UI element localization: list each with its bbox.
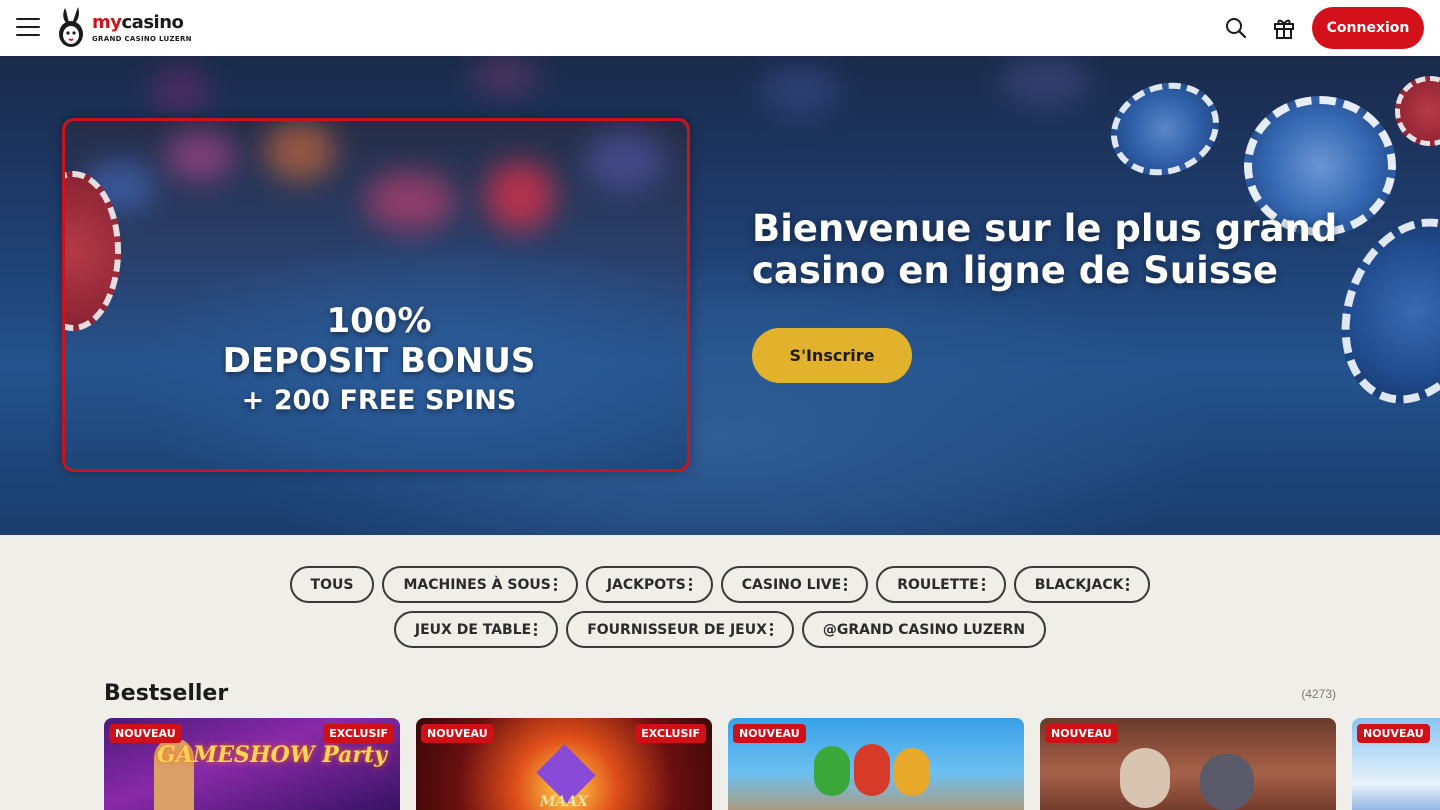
filter-pill-casino-live[interactable]: CASINO LIVE xyxy=(720,566,869,603)
promo-card[interactable]: 100% DEPOSIT BONUS + 200 FREE SPINS xyxy=(62,118,690,472)
game-carousel: GAMESHOW Party NOUVEAU EXCLUSIF MAAX NOU… xyxy=(104,718,1440,810)
filter-pill-tous[interactable]: TOUS xyxy=(289,566,375,603)
new-badge: NOUVEAU xyxy=(109,724,182,743)
logo-name: mycasino xyxy=(92,11,184,33)
bokeh-light xyxy=(150,66,210,116)
login-button[interactable]: Connexion xyxy=(1312,7,1424,49)
hero-banner: 100% DEPOSIT BONUS + 200 FREE SPINS Bien… xyxy=(0,56,1440,535)
filter-label: ROULETTE xyxy=(897,576,979,593)
filter-pill-machines-sous[interactable]: MACHINES À SOUS xyxy=(382,566,578,603)
section-title: Bestseller xyxy=(104,681,229,706)
bokeh-light xyxy=(1000,56,1090,106)
signup-button[interactable]: S'Inscrire xyxy=(752,328,912,383)
game-card[interactable]: NOUVEAU xyxy=(1040,718,1336,810)
filter-pill-jeux-de-table[interactable]: JEUX DE TABLE xyxy=(393,611,559,648)
filter-label: BLACKJACK xyxy=(1034,576,1124,593)
bokeh-light xyxy=(265,121,335,181)
game-character xyxy=(814,746,850,796)
kebab-menu-icon xyxy=(769,623,773,636)
kebab-menu-icon xyxy=(1126,578,1130,591)
promo-spins: + 200 FREE SPINS xyxy=(241,385,517,416)
filter-label: TOUS xyxy=(310,576,354,593)
menu-icon[interactable] xyxy=(16,18,40,38)
filter-label: MACHINES À SOUS xyxy=(403,576,551,593)
kebab-menu-icon xyxy=(553,578,557,591)
filter-pill-blackjack[interactable]: BLACKJACK xyxy=(1013,566,1151,603)
game-title: GAMESHOW Party xyxy=(157,742,387,768)
filter-label: FOURNISSEUR DE JEUX xyxy=(587,621,767,638)
game-card[interactable]: NOUVEAU xyxy=(728,718,1024,810)
game-character xyxy=(854,744,890,796)
game-card[interactable]: GAMESHOW Party NOUVEAU EXCLUSIF xyxy=(104,718,400,810)
logo[interactable]: mycasino GRAND CASINO LUZERN xyxy=(56,6,192,50)
bokeh-light xyxy=(485,161,555,231)
new-badge: NOUVEAU xyxy=(1357,724,1430,743)
search-icon[interactable] xyxy=(1224,16,1248,40)
game-character xyxy=(1200,754,1254,810)
filter-pill-roulette[interactable]: ROULETTE xyxy=(876,566,1006,603)
category-filters: TOUS MACHINES À SOUS JACKPOTS CASINO LIVE RO… xyxy=(0,566,1440,656)
game-title: MAAX xyxy=(539,794,589,810)
game-character xyxy=(1120,748,1170,808)
new-badge: NOUVEAU xyxy=(733,724,806,743)
game-character xyxy=(894,748,930,796)
filter-pill-fournisseur-de-jeux[interactable]: FOURNISSEUR DE JEUX xyxy=(566,611,794,648)
game-count: (4273) xyxy=(1301,687,1336,701)
filter-pill-jackpots[interactable]: JACKPOTS xyxy=(585,566,713,603)
hero-title: Bienvenue sur le plus grand casino en li… xyxy=(752,207,1338,292)
kebab-menu-icon xyxy=(534,623,538,636)
exclusive-badge: EXCLUSIF xyxy=(635,724,706,743)
kebab-menu-icon xyxy=(844,578,848,591)
bokeh-light xyxy=(365,171,455,231)
poker-chip xyxy=(1097,67,1233,191)
filter-label: @GRAND CASINO LUZERN xyxy=(822,621,1026,638)
filter-label: JACKPOTS xyxy=(606,576,686,593)
game-card[interactable]: MAAX NOUVEAU EXCLUSIF xyxy=(416,718,712,810)
kebab-menu-icon xyxy=(688,578,692,591)
poker-chip xyxy=(1395,76,1440,146)
bokeh-light xyxy=(470,56,540,96)
promo-bonus: DEPOSIT BONUS xyxy=(222,341,536,381)
top-header: mycasino GRAND CASINO LUZERN Connexion xyxy=(0,0,1440,56)
gift-icon[interactable] xyxy=(1272,16,1296,40)
logo-subtitle: GRAND CASINO LUZERN xyxy=(92,34,192,43)
exclusive-badge: EXCLUSIF xyxy=(323,724,394,743)
promo-text: 100% DEPOSIT BONUS + 200 FREE SPINS xyxy=(65,301,687,421)
filter-row: JEUX DE TABLE FOURNISSEUR DE JEUX @GRAND C… xyxy=(0,611,1440,648)
game-card[interactable]: NOUVEAU xyxy=(1352,718,1440,810)
bokeh-light xyxy=(760,66,840,116)
bokeh-light xyxy=(585,131,665,191)
new-badge: NOUVEAU xyxy=(421,724,494,743)
bokeh-light xyxy=(165,131,235,181)
filter-pill-grand-casino-luzern[interactable]: @GRAND CASINO LUZERN xyxy=(801,611,1047,648)
filter-row: TOUS MACHINES À SOUS JACKPOTS CASINO LIVE RO… xyxy=(0,566,1440,603)
filter-label: JEUX DE TABLE xyxy=(414,621,532,638)
filter-label: CASINO LIVE xyxy=(741,576,842,593)
promo-percent: 100% xyxy=(326,301,432,341)
new-badge: NOUVEAU xyxy=(1045,724,1118,743)
kebab-menu-icon xyxy=(981,578,985,591)
rabbit-logo-icon xyxy=(59,7,83,47)
